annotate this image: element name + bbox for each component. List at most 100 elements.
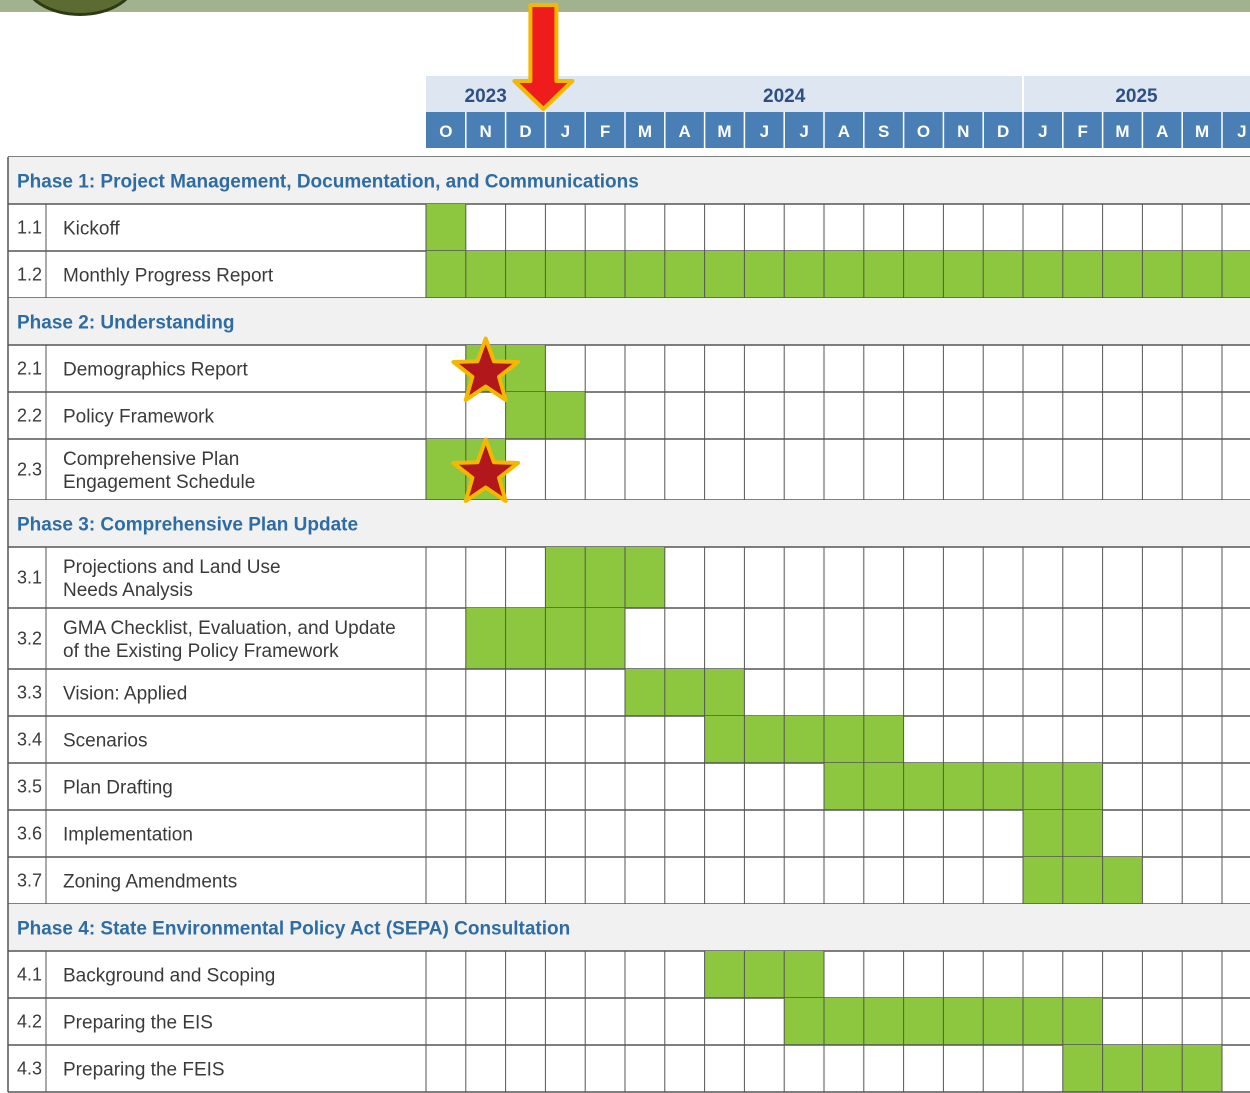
gantt-bar [943,998,984,1045]
gantt-bar [784,716,824,763]
gantt-bar [983,998,1023,1045]
gantt-bar [625,669,665,716]
gantt-bar [1062,857,1103,904]
task-number: 4.2 [17,1012,42,1032]
gantt-bar [664,251,705,298]
gantt-bar [505,608,546,669]
month-label: A [679,122,691,141]
year-label: 2023 [465,86,507,107]
month-label: F [600,122,610,141]
phase-title: Phase 3: Comprehensive Plan Update [17,515,358,536]
task-label: Projections and Land Use [63,557,281,578]
month-label: J [561,122,570,141]
task-number: 3.1 [17,568,42,588]
task-row: 3.3 Vision: Applied [17,669,1223,716]
task-row: 3.1 Projections and Land UseNeeds Analysi… [17,547,1223,608]
task-label: Vision: Applied [63,684,187,705]
task-number: 3.4 [17,730,42,750]
gantt-bar [625,547,665,608]
gantt-bar [983,763,1023,810]
task-label: GMA Checklist, Evaluation, and Update [63,618,396,639]
task-number: 2.3 [17,460,42,480]
gantt-bar [784,251,824,298]
month-label: F [1078,122,1088,141]
task-number: 3.5 [17,777,42,797]
month-label: M [1195,122,1209,141]
month-label: O [439,122,452,141]
task-row: 3.6 Implementation [17,810,1223,857]
gantt-bar [426,251,466,298]
gantt-bar [625,251,665,298]
month-label: D [997,122,1009,141]
task-row: 1.1 Kickoff [17,204,1223,251]
gantt-bar [863,763,904,810]
task-row: 2.2 Policy Framework [17,392,1223,439]
month-label: M [638,122,652,141]
phase-title: Phase 2: Understanding [17,313,235,334]
gantt-bar [545,392,586,439]
month-label: M [717,122,731,141]
gantt-bar [903,251,944,298]
gantt-bar [1222,251,1250,298]
task-number: 3.2 [17,629,42,649]
month-label: N [480,122,492,141]
task-label: Comprehensive Plan [63,449,239,470]
gantt-bar [1023,998,1063,1045]
task-label: Background and Scoping [63,966,275,987]
gantt-bar [704,251,745,298]
gantt-bar [983,251,1023,298]
task-row: 4.3 Preparing the FEIS [17,1045,1223,1092]
gantt-bar [426,204,466,251]
gantt-bar [1102,857,1143,904]
gantt-bar [1142,251,1183,298]
month-label: A [838,122,850,141]
task-row: 3.2 GMA Checklist, Evaluation, and Update… [17,608,1223,669]
gantt-bar [505,392,546,439]
task-number: 3.6 [17,824,42,844]
gantt-bar [704,669,745,716]
task-row: 4.2 Preparing the EIS [17,998,1223,1045]
month-label: D [519,122,531,141]
task-label: Implementation [63,825,193,846]
gantt-bar [863,251,904,298]
task-label: Policy Framework [63,407,214,428]
gantt-bar [863,716,904,763]
gantt-bar [1102,251,1143,298]
month-label: N [957,122,969,141]
gantt-bar [744,716,785,763]
task-label: Plan Drafting [63,778,173,799]
task-number: 2.1 [17,359,42,379]
gantt-bar [1062,810,1103,857]
task-number: 4.1 [17,965,42,985]
task-row: 2.3 Comprehensive PlanEngagement Schedule [17,439,1223,500]
task-row: 3.7 Zoning Amendments [17,857,1223,904]
gantt-bar [664,669,705,716]
month-label: J [760,122,769,141]
gantt-bar [1023,857,1063,904]
gantt-bar [704,716,745,763]
gantt-bar [1062,1045,1103,1092]
gantt-bar [585,608,625,669]
task-label: Engagement Schedule [63,472,255,493]
gantt-bar [505,251,546,298]
task-row: 1.2 Monthly Progress Report [17,251,1250,298]
task-row: 3.5 Plan Drafting [17,763,1223,810]
gantt-chart: 2023 2024 2025 O N D J F M A M J J A S O N D J F M A M J Phase 1… [7,3,1250,1093]
gantt-bar [465,251,506,298]
task-number: 4.3 [17,1059,42,1079]
gantt-bar [784,998,824,1045]
task-row: 2.1 Demographics Report [17,345,1223,392]
gantt-bar [1182,251,1222,298]
month-label: J [1237,122,1246,141]
year-label: 2024 [763,86,806,107]
task-label: Preparing the FEIS [63,1060,225,1081]
gantt-bar [784,951,824,998]
gantt-bar [465,608,506,669]
gantt-bar [1062,251,1103,298]
task-number: 2.2 [17,406,42,426]
gantt-bar [545,547,586,608]
gantt-bar [744,951,785,998]
gantt-bar [1023,251,1063,298]
gantt-bar [943,763,984,810]
gantt-bar [824,716,864,763]
